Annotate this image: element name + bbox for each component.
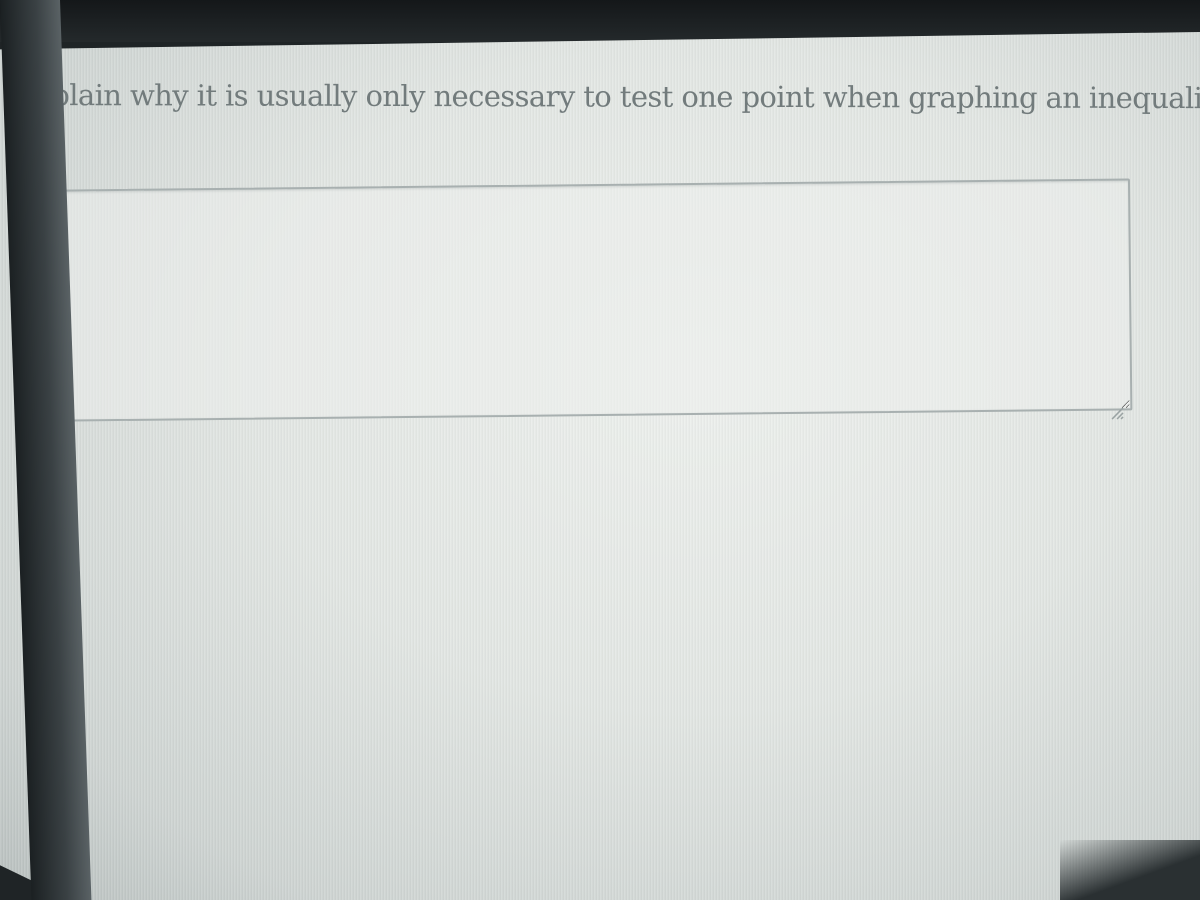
screen-texture	[0, 32, 1200, 900]
monitor-bezel-corner	[1060, 840, 1200, 900]
question-prompt: Explain why it is usually only necessary…	[14, 78, 1200, 116]
screen: Explain why it is usually only necessary…	[0, 32, 1200, 900]
photo-frame: Explain why it is usually only necessary…	[0, 0, 1200, 900]
answer-textarea[interactable]	[25, 178, 1133, 422]
